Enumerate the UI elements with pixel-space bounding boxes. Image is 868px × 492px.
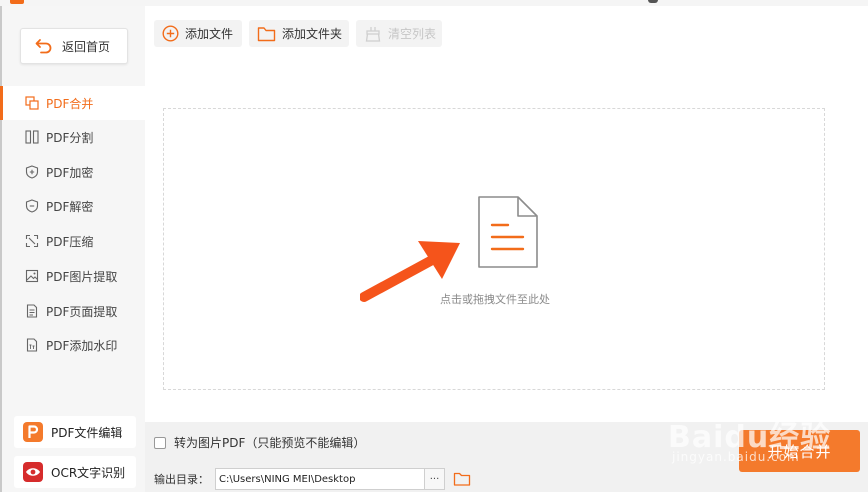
sidebar-item-pdf-decrypt[interactable]: PDF解密: [0, 189, 145, 223]
start-merge-button[interactable]: 开始合并: [739, 430, 860, 472]
add-folder-label: 添加文件夹: [282, 27, 343, 41]
sidebar-item-pdf-split[interactable]: PDF分割: [0, 120, 145, 154]
sidebar-item-label: PDF分割: [46, 130, 94, 145]
compress-icon: [25, 234, 39, 248]
ocr-eye-icon: [23, 462, 43, 482]
open-folder-icon[interactable]: [453, 471, 471, 487]
sidebar-item-label: PDF页面提取: [46, 304, 118, 319]
output-directory-label: 输出目录：: [154, 473, 209, 486]
folder-icon: [257, 26, 276, 41]
sidebar-item-label: PDF解密: [46, 199, 94, 214]
add-circle-icon: [162, 25, 179, 42]
shield-minus-icon: [25, 199, 39, 213]
clear-list-button[interactable]: 清空列表: [356, 20, 442, 47]
pdf-editor-button[interactable]: PDF文件编辑: [14, 416, 136, 448]
back-arrow-icon: [35, 39, 52, 54]
ocr-button[interactable]: OCR文字识别: [14, 456, 136, 488]
sidebar-item-pdf-page-extract[interactable]: PDF页面提取: [0, 294, 145, 328]
sidebar-item-label: PDF压缩: [46, 234, 94, 249]
watermark-icon: [26, 338, 38, 352]
browse-button[interactable]: ···: [425, 468, 445, 490]
ocr-label: OCR文字识别: [51, 465, 126, 480]
file-drop-zone[interactable]: 点击或拖拽文件至此处: [163, 108, 825, 390]
output-path-field[interactable]: C:\Users\NING MEI\Desktop: [215, 468, 425, 490]
app-logo-icon: [10, 0, 24, 4]
sidebar: 返回首页 PDF合并 PDF分割 PDF加密 PDF解密 PDF压缩 PDF图片…: [0, 6, 145, 492]
sidebar-item-pdf-compress[interactable]: PDF压缩: [0, 224, 145, 258]
main-panel: 添加文件 添加文件夹 清空列表 点击或拖拽文件至此处: [145, 6, 868, 422]
convert-image-pdf-option[interactable]: 转为图片PDF（只能预览不能编辑）: [154, 434, 365, 451]
convert-image-pdf-checkbox[interactable]: [154, 436, 166, 449]
sidebar-item-label: PDF加密: [46, 165, 94, 180]
sidebar-item-label: PDF图片提取: [46, 269, 118, 284]
merge-icon: [25, 96, 39, 110]
add-file-label: 添加文件: [185, 27, 234, 41]
shield-plus-icon: [25, 165, 39, 179]
page-extract-icon: [26, 304, 38, 318]
image-extract-icon: [25, 269, 39, 283]
pdf-editor-icon: [23, 422, 43, 442]
split-icon: [25, 130, 39, 144]
sidebar-item-label: PDF添加水印: [46, 338, 118, 353]
broom-icon: [365, 26, 381, 42]
document-icon: [478, 196, 538, 268]
back-home-label: 返回首页: [62, 39, 111, 54]
output-directory-row: 输出目录： C:\Users\NING MEI\Desktop ···: [154, 468, 471, 490]
pdf-editor-label: PDF文件编辑: [51, 425, 123, 440]
sidebar-item-label: PDF合并: [46, 96, 94, 111]
sidebar-item-pdf-image-extract[interactable]: PDF图片提取: [0, 259, 145, 293]
convert-image-pdf-label: 转为图片PDF（只能预览不能编辑）: [174, 436, 366, 450]
sidebar-item-pdf-watermark[interactable]: PDF添加水印: [0, 328, 145, 362]
title-bar-control-icon[interactable]: [648, 0, 658, 3]
drop-hint-text: 点击或拖拽文件至此处: [440, 293, 550, 306]
clear-list-label: 清空列表: [388, 27, 437, 41]
sidebar-item-pdf-merge[interactable]: PDF合并: [0, 86, 145, 120]
options-bar: 转为图片PDF（只能预览不能编辑） 输出目录： C:\Users\NING ME…: [145, 422, 868, 492]
sidebar-item-pdf-encrypt[interactable]: PDF加密: [0, 155, 145, 189]
add-file-button[interactable]: 添加文件: [154, 20, 242, 47]
back-home-button[interactable]: 返回首页: [20, 28, 128, 64]
add-folder-button[interactable]: 添加文件夹: [249, 20, 349, 47]
